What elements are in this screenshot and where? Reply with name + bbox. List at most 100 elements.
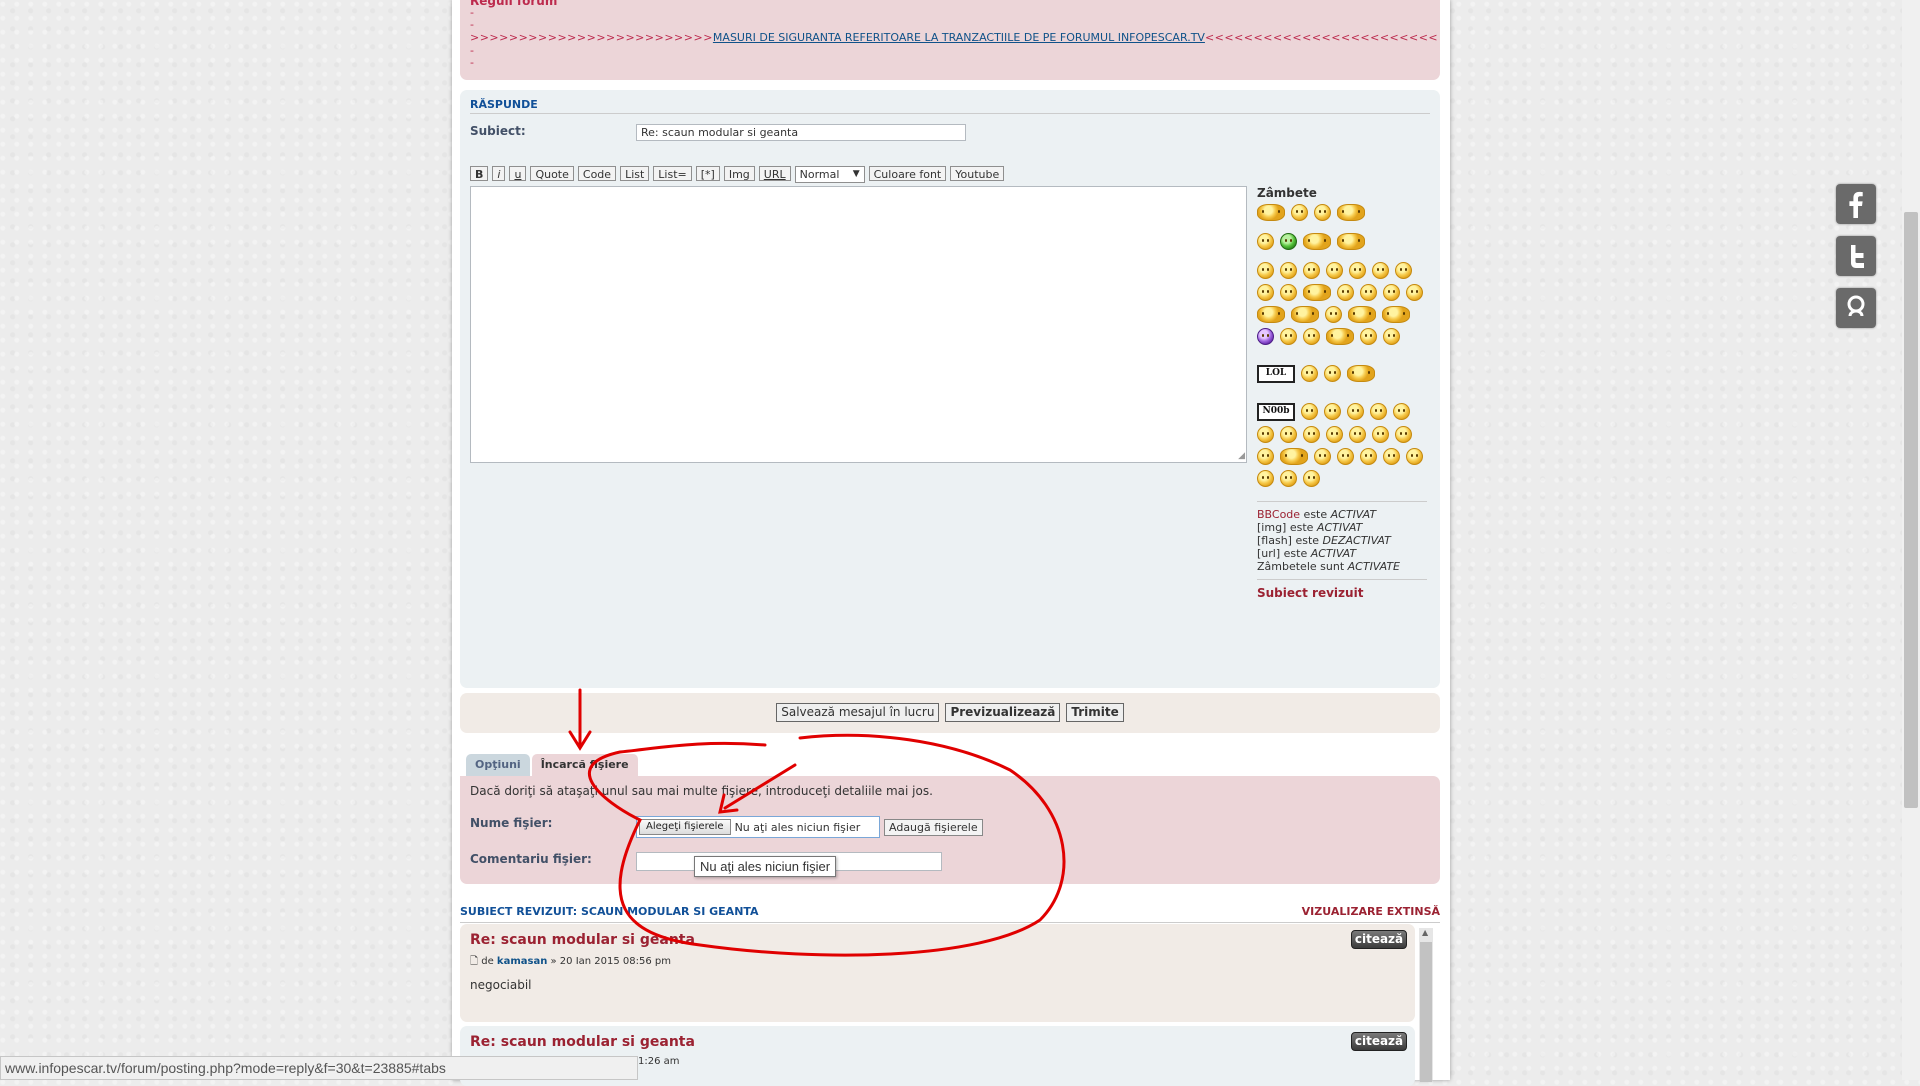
- smiley-icon[interactable]: [1349, 426, 1366, 443]
- revised-topic-link[interactable]: Subiect revizuit: [1257, 579, 1427, 600]
- quote-tag-button[interactable]: Quote: [530, 166, 574, 181]
- smiley-icon[interactable]: [1280, 470, 1297, 487]
- scroll-up-icon[interactable]: ▲: [1422, 928, 1428, 937]
- smiley-icon[interactable]: [1257, 284, 1274, 301]
- smiley-icon[interactable]: [1280, 284, 1297, 301]
- smiley-icon[interactable]: [1303, 470, 1320, 487]
- smiley-icon[interactable]: [1280, 262, 1297, 279]
- smiley-icon[interactable]: [1406, 284, 1423, 301]
- smiley-icon[interactable]: [1326, 426, 1343, 443]
- post-author[interactable]: kamasan: [497, 956, 547, 967]
- smiley-icon[interactable]: [1372, 262, 1389, 279]
- file-input[interactable]: Alegeţi fişierele Nu aţi ales niciun fiş…: [636, 816, 880, 838]
- smiley-icon[interactable]: [1301, 403, 1318, 420]
- smiley-icon[interactable]: [1326, 262, 1343, 279]
- submit-button[interactable]: Trimite: [1066, 703, 1124, 722]
- smiley-icon[interactable]: [1383, 448, 1400, 465]
- smiley-icon[interactable]: [1360, 284, 1377, 301]
- font-size-select[interactable]: Normal ▼: [794, 166, 865, 183]
- smiley-icon[interactable]: [1337, 448, 1354, 465]
- message-textarea[interactable]: ◢: [470, 186, 1247, 463]
- smiley-icon[interactable]: [1382, 306, 1410, 323]
- topic-review-scroll-thumb[interactable]: [1420, 942, 1432, 1082]
- subject-input[interactable]: [636, 124, 966, 141]
- ordered-list-button[interactable]: List=: [653, 166, 692, 181]
- smiley-icon[interactable]: [1280, 233, 1297, 250]
- google-plus-share-button[interactable]: [1836, 288, 1876, 328]
- twitter-share-button[interactable]: [1836, 236, 1876, 276]
- font-color-button[interactable]: Culoare font: [868, 166, 947, 181]
- smiley-icon[interactable]: [1303, 328, 1320, 345]
- preview-button[interactable]: Previzualizează: [945, 703, 1061, 722]
- safety-rules-link[interactable]: MASURI DE SIGURANTA REFERITOARE LA TRANZ…: [713, 31, 1205, 44]
- img-button[interactable]: Img: [723, 166, 755, 181]
- underline-button[interactable]: u: [509, 166, 527, 181]
- smiley-icon[interactable]: [1337, 233, 1365, 250]
- smiley-icon[interactable]: [1257, 306, 1285, 323]
- smiley-icon[interactable]: [1406, 448, 1423, 465]
- smiley-icon[interactable]: [1325, 306, 1342, 323]
- smiley-icon[interactable]: [1257, 470, 1274, 487]
- facebook-share-button[interactable]: [1836, 184, 1876, 224]
- tab-options[interactable]: Opţiuni: [466, 754, 530, 776]
- smiley-icon[interactable]: [1395, 262, 1412, 279]
- smiley-icon[interactable]: [1349, 262, 1366, 279]
- url-button[interactable]: URL: [758, 166, 791, 181]
- smiley-icon[interactable]: [1257, 233, 1274, 250]
- smiley-icon[interactable]: [1280, 448, 1308, 465]
- save-draft-button[interactable]: Salvează mesajul în lucru: [776, 703, 940, 722]
- smiley-icon[interactable]: [1280, 426, 1297, 443]
- add-file-button[interactable]: Adaugă fişierele: [884, 819, 983, 836]
- post-title[interactable]: Re: scaun modular si geanta: [470, 1034, 695, 1050]
- topic-review-scrollbar[interactable]: ▲: [1419, 928, 1433, 1082]
- page-scrollbar-thumb[interactable]: [1904, 212, 1918, 808]
- post-title[interactable]: Re: scaun modular si geanta: [470, 932, 695, 948]
- smiley-icon[interactable]: [1324, 365, 1341, 382]
- smiley-icon[interactable]: [1372, 426, 1389, 443]
- quote-post-button[interactable]: citează: [1351, 1032, 1407, 1051]
- tab-upload-files[interactable]: Încarcă fişiere: [531, 754, 638, 776]
- smiley-icon[interactable]: [1383, 284, 1400, 301]
- resize-grip-icon[interactable]: ◢: [1238, 451, 1245, 461]
- smiley-icon[interactable]: [1370, 403, 1387, 420]
- smiley-icon[interactable]: [1303, 426, 1320, 443]
- smiley-icon[interactable]: [1360, 328, 1377, 345]
- smiley-icon[interactable]: [1314, 204, 1331, 221]
- smiley-icon[interactable]: [1303, 262, 1320, 279]
- smiley-icon[interactable]: [1348, 306, 1376, 323]
- quote-post-button[interactable]: citează: [1351, 930, 1407, 949]
- code-button[interactable]: Code: [577, 166, 617, 181]
- bold-button[interactable]: B: [470, 166, 489, 181]
- smiley-icon[interactable]: [1337, 284, 1354, 301]
- smiley-icon[interactable]: [1337, 204, 1365, 221]
- smiley-icon[interactable]: [1303, 284, 1331, 301]
- choose-files-button[interactable]: Alegeţi fişierele: [639, 819, 731, 835]
- smiley-icon[interactable]: [1326, 328, 1354, 345]
- bbcode-help-link[interactable]: BBCode: [1257, 508, 1300, 521]
- italic-button[interactable]: i: [492, 166, 506, 181]
- smiley-icon[interactable]: [1393, 403, 1410, 420]
- smiley-icon[interactable]: [1257, 448, 1274, 465]
- youtube-button[interactable]: Youtube: [950, 166, 1005, 181]
- smiley-icon[interactable]: [1303, 233, 1331, 250]
- smiley-icon[interactable]: [1360, 448, 1377, 465]
- smiley-icon[interactable]: [1347, 365, 1375, 382]
- smiley-icon[interactable]: [1395, 426, 1412, 443]
- smiley-icon[interactable]: [1383, 328, 1400, 345]
- smiley-icon[interactable]: [1314, 448, 1331, 465]
- noob-sign-smiley[interactable]: N00b: [1257, 403, 1295, 421]
- smiley-icon[interactable]: [1347, 403, 1364, 420]
- devil-smiley-icon[interactable]: [1257, 328, 1274, 345]
- smiley-icon[interactable]: [1291, 204, 1308, 221]
- expand-view-link[interactable]: VIZUALIZARE EXTINSĂ: [1302, 905, 1440, 918]
- list-button[interactable]: List: [620, 166, 650, 181]
- smiley-icon[interactable]: [1257, 204, 1285, 221]
- smiley-icon[interactable]: [1257, 426, 1274, 443]
- smiley-icon[interactable]: [1291, 306, 1319, 323]
- lol-sign-smiley[interactable]: LOL: [1257, 365, 1295, 383]
- smiley-icon[interactable]: [1301, 365, 1318, 382]
- smiley-icon[interactable]: [1280, 328, 1297, 345]
- smiley-icon[interactable]: [1324, 403, 1341, 420]
- smiley-icon[interactable]: [1257, 262, 1274, 279]
- list-item-button[interactable]: [*]: [695, 166, 720, 181]
